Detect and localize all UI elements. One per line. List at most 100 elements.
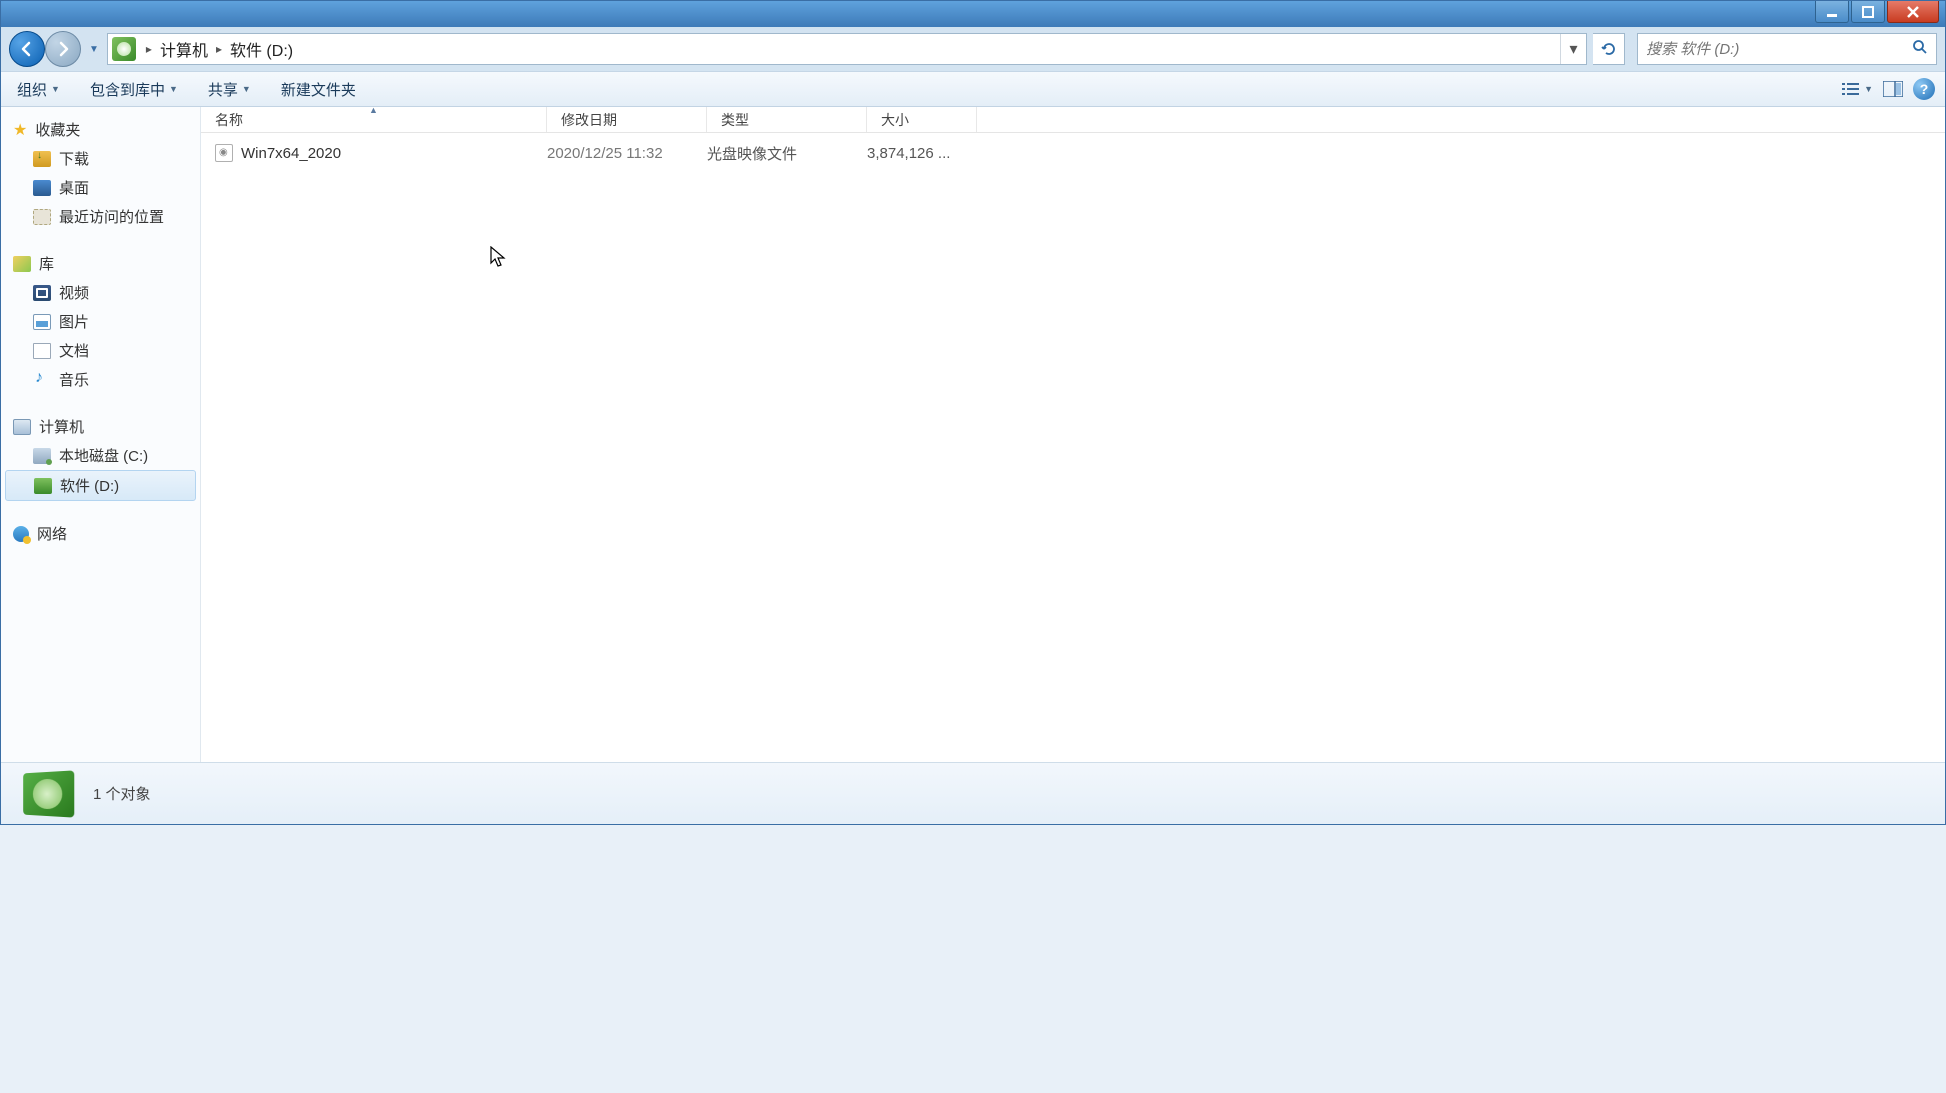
column-name[interactable]: 名称 ▲ bbox=[201, 107, 547, 132]
file-list-area: 名称 ▲ 修改日期 类型 大小 Win7x64_2020 2020/12/25 1… bbox=[201, 107, 1945, 762]
downloads-label: 下载 bbox=[59, 148, 89, 169]
toolbar: 组织 ▼ 包含到库中 ▼ 共享 ▼ 新建文件夹 ▼ ? bbox=[1, 71, 1945, 107]
drive-large-icon bbox=[23, 770, 74, 817]
chevron-down-icon: ▼ bbox=[51, 84, 60, 94]
minimize-button[interactable] bbox=[1815, 1, 1849, 23]
nav-buttons bbox=[9, 31, 81, 67]
share-button[interactable]: 共享 ▼ bbox=[202, 75, 257, 104]
desktop-label: 桌面 bbox=[59, 177, 89, 198]
help-button[interactable]: ? bbox=[1913, 78, 1935, 100]
titlebar bbox=[1, 1, 1945, 27]
document-icon bbox=[33, 343, 51, 359]
column-type-label: 类型 bbox=[721, 110, 749, 130]
column-size-label: 大小 bbox=[881, 110, 909, 130]
drive-icon bbox=[34, 478, 52, 494]
new-folder-button[interactable]: 新建文件夹 bbox=[275, 75, 362, 104]
organize-label: 组织 bbox=[17, 79, 47, 100]
sidebar-item-pictures[interactable]: 图片 bbox=[1, 307, 200, 336]
iso-file-icon bbox=[215, 144, 233, 162]
libraries-label: 库 bbox=[39, 253, 54, 274]
sidebar-item-desktop[interactable]: 桌面 bbox=[1, 173, 200, 202]
back-button[interactable] bbox=[9, 31, 45, 67]
recent-icon bbox=[33, 209, 51, 225]
view-mode-button[interactable]: ▼ bbox=[1842, 81, 1873, 97]
include-label: 包含到库中 bbox=[90, 79, 165, 100]
libraries-group: 库 视频 图片 文档 音乐 bbox=[1, 249, 200, 394]
computer-icon bbox=[13, 419, 31, 435]
picture-icon bbox=[33, 314, 51, 330]
music-label: 音乐 bbox=[59, 369, 89, 390]
sidebar-item-drive-c[interactable]: 本地磁盘 (C:) bbox=[1, 441, 200, 470]
sidebar-item-drive-d[interactable]: 软件 (D:) bbox=[5, 470, 196, 501]
breadcrumb-sep-icon: ▸ bbox=[140, 42, 158, 56]
forward-button[interactable] bbox=[45, 31, 81, 67]
search-input[interactable] bbox=[1646, 41, 1912, 58]
toolbar-right: ▼ ? bbox=[1842, 78, 1935, 100]
newfolder-label: 新建文件夹 bbox=[281, 79, 356, 100]
chevron-down-icon: ▼ bbox=[169, 84, 178, 94]
status-text: 1 个对象 bbox=[93, 783, 151, 804]
sidebar-item-recent[interactable]: 最近访问的位置 bbox=[1, 202, 200, 231]
maximize-button[interactable] bbox=[1851, 1, 1885, 23]
network-label: 网络 bbox=[37, 523, 67, 544]
sidebar-item-downloads[interactable]: 下载 bbox=[1, 144, 200, 173]
preview-pane-button[interactable] bbox=[1883, 81, 1903, 97]
search-icon[interactable] bbox=[1912, 39, 1928, 60]
include-library-button[interactable]: 包含到库中 ▼ bbox=[84, 75, 184, 104]
favorites-group: ★收藏夹 下载 桌面 最近访问的位置 bbox=[1, 115, 200, 231]
download-icon bbox=[33, 151, 51, 167]
star-icon: ★ bbox=[13, 120, 27, 140]
navigation-bar: ▼ ▸ 计算机 ▸ 软件 (D:) ▾ bbox=[1, 27, 1945, 71]
main-area: ★收藏夹 下载 桌面 最近访问的位置 库 视频 图片 文档 音乐 计算机 本地磁… bbox=[1, 107, 1945, 762]
column-headers: 名称 ▲ 修改日期 类型 大小 bbox=[201, 107, 1945, 133]
music-icon bbox=[33, 372, 51, 388]
desktop-icon bbox=[33, 180, 51, 196]
sidebar-libraries[interactable]: 库 bbox=[1, 249, 200, 278]
drive-icon bbox=[33, 448, 51, 464]
video-icon bbox=[33, 285, 51, 301]
nav-history-dropdown[interactable]: ▼ bbox=[87, 44, 101, 55]
recent-label: 最近访问的位置 bbox=[59, 206, 164, 227]
search-box[interactable] bbox=[1637, 33, 1937, 65]
sidebar-item-music[interactable]: 音乐 bbox=[1, 365, 200, 394]
file-row[interactable]: Win7x64_2020 2020/12/25 11:32 光盘映像文件 3,8… bbox=[201, 139, 1945, 167]
sidebar-item-documents[interactable]: 文档 bbox=[1, 336, 200, 365]
sidebar-network[interactable]: 网络 bbox=[1, 519, 200, 548]
sidebar-item-videos[interactable]: 视频 bbox=[1, 278, 200, 307]
file-name-text: Win7x64_2020 bbox=[241, 145, 341, 162]
breadcrumb-computer[interactable]: 计算机 bbox=[158, 33, 210, 65]
refresh-button[interactable] bbox=[1593, 33, 1625, 65]
close-button[interactable] bbox=[1887, 1, 1939, 23]
sort-ascending-icon: ▲ bbox=[369, 107, 378, 115]
chevron-down-icon: ▼ bbox=[1864, 84, 1873, 94]
sidebar-computer[interactable]: 计算机 bbox=[1, 412, 200, 441]
explorer-window: ▼ ▸ 计算机 ▸ 软件 (D:) ▾ 组织 ▼ 包含到库中 ▼ 共享 ▼ 新建文件夹 bbox=[0, 0, 1946, 825]
documents-label: 文档 bbox=[59, 340, 89, 361]
chevron-down-icon: ▼ bbox=[242, 84, 251, 94]
file-list[interactable]: Win7x64_2020 2020/12/25 11:32 光盘映像文件 3,8… bbox=[201, 133, 1945, 762]
computer-group: 计算机 本地磁盘 (C:) 软件 (D:) bbox=[1, 412, 200, 501]
column-size[interactable]: 大小 bbox=[867, 107, 977, 132]
breadcrumb-drive[interactable]: 软件 (D:) bbox=[228, 33, 295, 65]
file-type-cell: 光盘映像文件 bbox=[707, 143, 867, 164]
address-dropdown[interactable]: ▾ bbox=[1560, 34, 1586, 64]
computer-label: 计算机 bbox=[39, 416, 84, 437]
file-name-cell: Win7x64_2020 bbox=[215, 144, 547, 162]
library-icon bbox=[13, 256, 31, 272]
column-name-label: 名称 bbox=[215, 110, 243, 130]
column-type[interactable]: 类型 bbox=[707, 107, 867, 132]
status-bar: 1 个对象 bbox=[1, 762, 1945, 824]
drive-d-label: 软件 (D:) bbox=[60, 475, 119, 496]
address-bar[interactable]: ▸ 计算机 ▸ 软件 (D:) ▾ bbox=[107, 33, 1587, 65]
share-label: 共享 bbox=[208, 79, 238, 100]
organize-button[interactable]: 组织 ▼ bbox=[11, 75, 66, 104]
file-date-cell: 2020/12/25 11:32 bbox=[547, 145, 707, 162]
sidebar-favorites[interactable]: ★收藏夹 bbox=[1, 115, 200, 144]
network-group: 网络 bbox=[1, 519, 200, 548]
column-date[interactable]: 修改日期 bbox=[547, 107, 707, 132]
navigation-pane: ★收藏夹 下载 桌面 最近访问的位置 库 视频 图片 文档 音乐 计算机 本地磁… bbox=[1, 107, 201, 762]
drive-icon bbox=[112, 37, 136, 61]
drive-c-label: 本地磁盘 (C:) bbox=[59, 445, 148, 466]
file-size-cell: 3,874,126 ... bbox=[867, 145, 977, 162]
network-icon bbox=[13, 526, 29, 542]
